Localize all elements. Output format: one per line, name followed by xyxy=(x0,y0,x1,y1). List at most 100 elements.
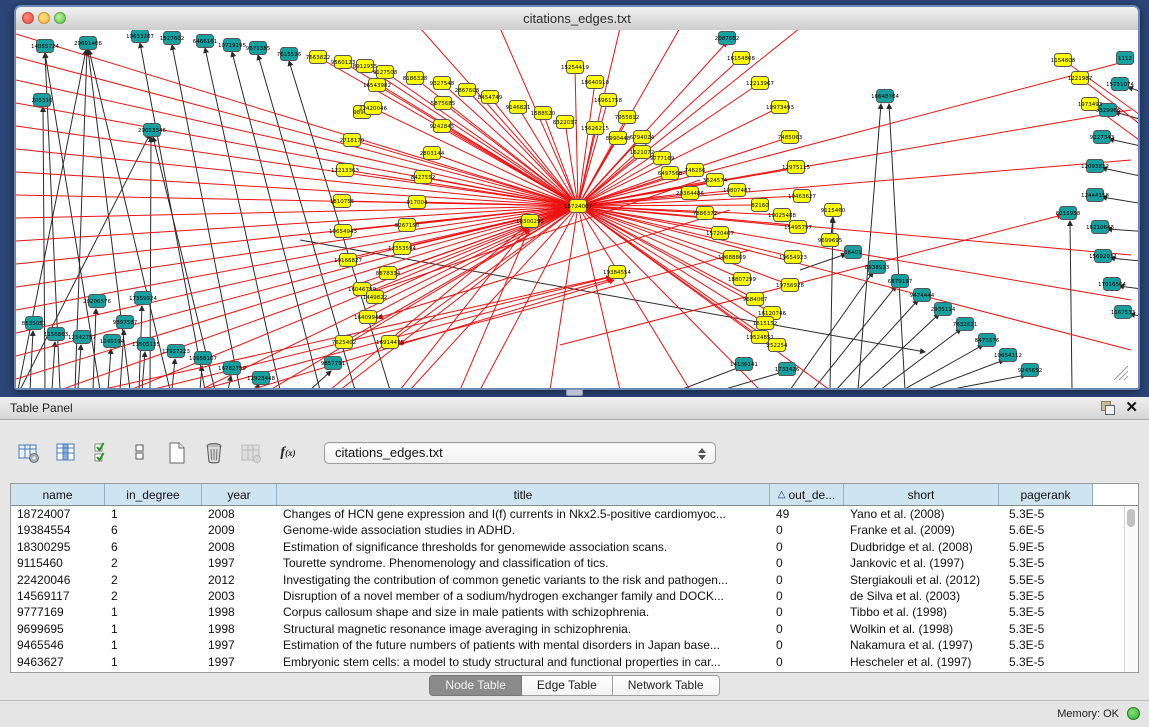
column-header-name[interactable]: name xyxy=(11,484,105,505)
new-column-icon[interactable] xyxy=(164,440,190,466)
graph-node[interactable]: 10719195 xyxy=(218,39,246,52)
graph-node[interactable]: 1810755 xyxy=(330,195,355,208)
splitter-handle[interactable] xyxy=(566,389,583,396)
close-window-button[interactable] xyxy=(22,12,34,24)
graph-node[interactable]: 19384554 xyxy=(603,266,631,279)
graph-node[interactable]: 10958107 xyxy=(189,352,217,365)
graph-node[interactable]: 9671385 xyxy=(246,42,271,55)
canvas-resize-grip[interactable] xyxy=(1114,366,1128,380)
graph-node[interactable]: 12213967 xyxy=(746,77,774,90)
graph-node[interactable]: 2718170 xyxy=(340,134,365,147)
column-header-in_degree[interactable]: in_degree xyxy=(105,484,202,505)
graph-node[interactable]: 18640910 xyxy=(581,76,609,89)
graph-node[interactable]: 16961758 xyxy=(594,94,622,107)
graph-node[interactable]: 9474444 xyxy=(910,289,935,302)
graph-node[interactable]: 1156863 xyxy=(44,328,69,341)
tab-node-table[interactable]: Node Table xyxy=(429,675,522,696)
table-row[interactable]: 977716911998Corpus callosum shape and si… xyxy=(11,604,1138,620)
graph-node[interactable]: 746266 xyxy=(685,164,706,177)
graph-node[interactable]: 8454749 xyxy=(478,91,503,104)
graph-node[interactable]: 82160 xyxy=(751,199,769,212)
graph-node[interactable]: 15751074 xyxy=(1106,78,1134,91)
graph-node[interactable]: 19463627 xyxy=(788,190,816,203)
minimize-window-button[interactable] xyxy=(38,12,50,24)
graph-node[interactable]: 10807487 xyxy=(723,184,751,197)
graph-node[interactable]: 12093832 xyxy=(1081,160,1109,173)
column-header-short[interactable]: short xyxy=(844,484,999,505)
column-header-pagerank[interactable]: pagerank xyxy=(999,484,1093,505)
graph-node[interactable]: 8535051 xyxy=(22,317,47,330)
column-header-out_de[interactable]: △out_de... xyxy=(770,484,844,505)
graph-node[interactable]: 1733426 xyxy=(775,363,800,376)
select-columns-icon[interactable] xyxy=(90,440,116,466)
graph-node[interactable]: 1527602 xyxy=(160,32,185,45)
graph-node[interactable]: 7955812 xyxy=(615,111,640,124)
table-row[interactable]: 1938455462009Genome-wide association stu… xyxy=(11,522,1138,538)
function-builder-icon[interactable]: f(x) xyxy=(275,440,301,466)
graph-node[interactable]: 8471676 xyxy=(975,334,1000,347)
import-table-icon[interactable] xyxy=(238,440,264,466)
graph-node[interactable]: 8878334 xyxy=(376,267,401,280)
graph-node[interactable]: 10654112 xyxy=(994,349,1022,362)
row-height-icon[interactable] xyxy=(127,440,153,466)
graph-node[interactable]: 8938923 xyxy=(865,261,890,274)
graph-node[interactable]: 16648784 xyxy=(871,90,899,103)
network-canvas[interactable]: 1405572420691406106532871527602646616110… xyxy=(16,30,1138,388)
column-header-year[interactable]: year xyxy=(202,484,277,505)
graph-node[interactable]: 17957223 xyxy=(162,345,190,358)
graph-node[interactable]: 9245652 xyxy=(1018,364,1043,377)
graph-node[interactable]: 6497568 xyxy=(658,167,683,180)
graph-node[interactable]: 6879197 xyxy=(888,275,913,288)
graph-node[interactable]: 252254 xyxy=(767,339,788,352)
graph-node[interactable]: 17016504 xyxy=(1098,278,1126,291)
graph-node[interactable]: 14136141 xyxy=(730,358,758,371)
close-panel-icon[interactable]: ✕ xyxy=(1125,399,1138,417)
show-columns-icon[interactable] xyxy=(53,440,79,466)
graph-node[interactable]: 1167533 xyxy=(1111,306,1136,319)
delete-column-icon[interactable] xyxy=(201,440,227,466)
table-row[interactable]: 1872400712008Changes of HCN gene express… xyxy=(11,506,1138,522)
graph-node[interactable]: 1154808 xyxy=(1051,54,1076,67)
graph-node[interactable]: 9777169 xyxy=(650,152,675,165)
graph-node[interactable]: 15495757 xyxy=(784,221,812,234)
graph-node[interactable]: 10025488 xyxy=(768,209,796,222)
graph-node[interactable]: 12923448 xyxy=(247,372,275,385)
scrollbar-thumb[interactable] xyxy=(1127,509,1135,527)
graph-node[interactable]: 16914479 xyxy=(376,336,404,349)
table-row[interactable]: 911546021997Tourette syndrome. Phenomeno… xyxy=(11,555,1138,571)
table-mode-icon[interactable] xyxy=(16,440,42,466)
tab-edge-table[interactable]: Edge Table xyxy=(522,675,613,696)
graph-node[interactable]: 7625402 xyxy=(332,336,357,349)
graph-node[interactable]: 2867608 xyxy=(455,84,480,97)
graph-node[interactable]: 1588520 xyxy=(531,107,556,120)
table-selector-dropdown[interactable]: citations_edges.txt xyxy=(324,442,716,464)
table-row[interactable]: 946554611997Estimation of the future num… xyxy=(11,637,1138,653)
graph-node[interactable]: 13505135 xyxy=(132,338,160,351)
graph-node[interactable]: 917004 xyxy=(407,196,428,209)
graph-node[interactable]: 7663822 xyxy=(306,51,331,64)
graph-node[interactable]: 9857791 xyxy=(321,357,346,370)
graph-node[interactable]: 9699695 xyxy=(818,234,843,247)
graph-node[interactable]: 19756928 xyxy=(776,279,804,292)
graph-node[interactable]: 9397587 xyxy=(113,316,138,329)
graph-node[interactable]: 20053346 xyxy=(138,124,166,137)
graph-node[interactable]: 2935114 xyxy=(931,303,956,316)
graph-node[interactable]: 12444158 xyxy=(1081,189,1109,202)
graph-node[interactable]: 16401 xyxy=(844,246,862,259)
graph-node[interactable]: 9115460 xyxy=(821,204,846,217)
graph-node[interactable]: 17359924 xyxy=(129,292,157,305)
tab-network-table[interactable]: Network Table xyxy=(613,675,720,696)
graph-node[interactable]: 16210643 xyxy=(1086,221,1114,234)
graph-node[interactable]: 7886372 xyxy=(693,207,718,220)
graph-node[interactable]: 15254419 xyxy=(561,61,589,74)
graph-node[interactable]: 16154808 xyxy=(727,52,755,65)
graph-node[interactable]: 8186328 xyxy=(403,72,428,85)
table-row[interactable]: 946362711997Embryonic stem cells: a mode… xyxy=(11,654,1138,670)
graph-node[interactable]: 3624574 xyxy=(703,174,728,187)
graph-node[interactable]: 1145194 xyxy=(100,335,125,348)
table-row[interactable]: 2242004622012Investigating the contribut… xyxy=(11,572,1138,588)
graph-node[interactable]: 20691406 xyxy=(74,37,102,50)
graph-node[interactable]: 6466161 xyxy=(193,35,218,48)
graph-node[interactable]: 8322037 xyxy=(553,116,578,129)
float-panel-icon[interactable] xyxy=(1101,401,1115,415)
